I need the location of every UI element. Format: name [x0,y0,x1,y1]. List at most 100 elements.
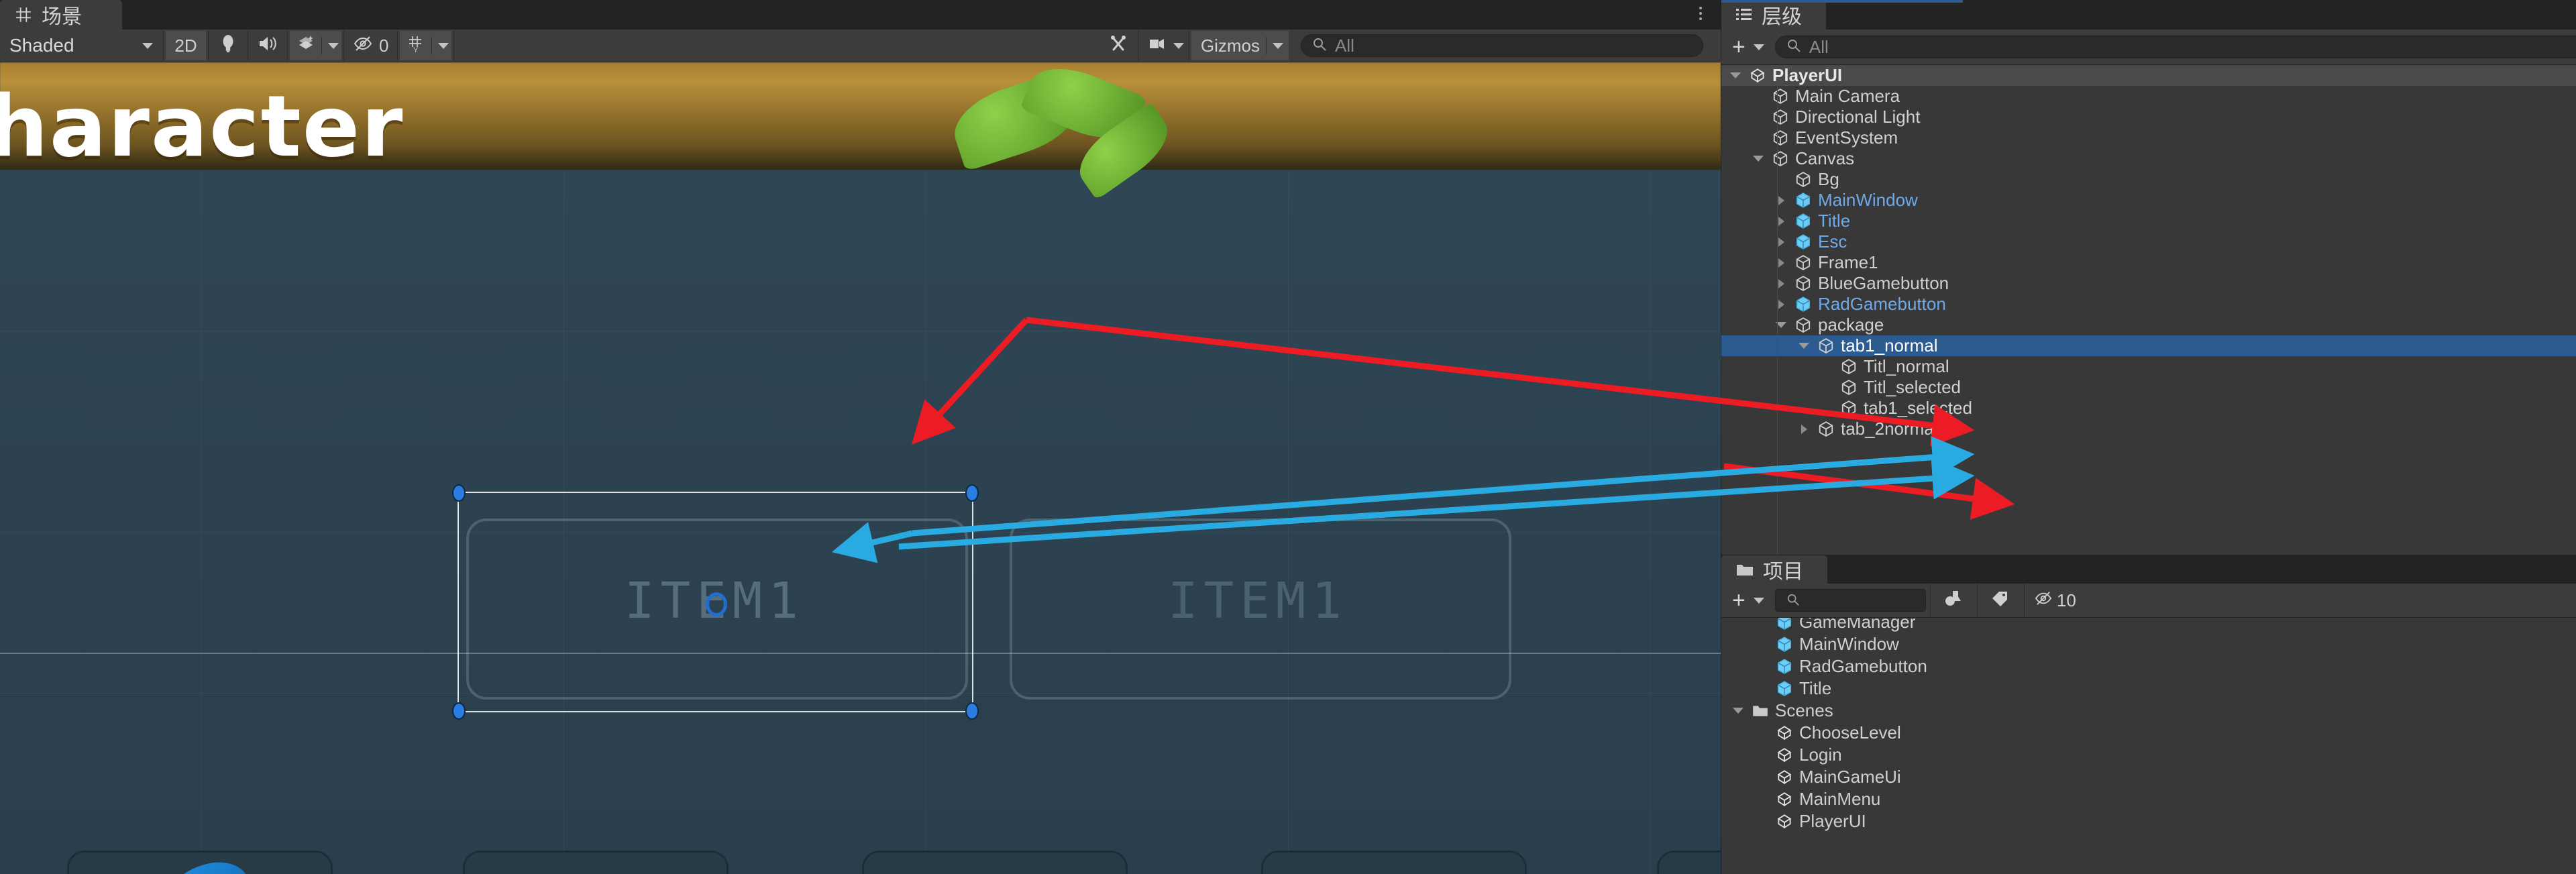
chevron-down-icon[interactable] [1273,42,1283,49]
scene-search-input[interactable]: All [1301,34,1703,57]
project-search-input[interactable] [1774,589,1926,612]
hierarchy-item-tab1-normal[interactable]: tab1_normal [1721,335,2576,356]
fx-icon [297,34,315,58]
foldout-collapsed-icon[interactable] [1774,216,1788,226]
project-label-filter-button[interactable] [1976,584,2024,617]
scene-grid-button[interactable]: Y [400,31,452,60]
project-item-label: RadGamebutton [1799,656,1927,676]
hierarchy-item-label: EventSystem [1795,127,1898,148]
scene-fx-button[interactable] [290,31,341,60]
hierarchy-item-title[interactable]: Title› [1721,211,2576,231]
project-item-title[interactable]: Title [1721,677,2576,700]
hierarchy-item-esc[interactable]: Esc› [1721,231,2576,252]
hierarchy-item-tab-2normal[interactable]: tab_2normal [1721,419,2576,439]
tab-hierarchy[interactable]: 层级 [1721,0,1826,30]
foldout-collapsed-icon[interactable] [1774,278,1788,288]
foldout-collapsed-icon[interactable] [1796,424,1811,434]
tab-project[interactable]: 项目 [1721,555,1827,584]
project-item-chooselevel[interactable]: ChooseLevel [1721,722,2576,744]
scene-menu-icon[interactable] [1698,5,1703,23]
hierarchy-item-directional-light[interactable]: Directional Light [1721,107,2576,127]
cube-icon [1773,88,1788,104]
project-hidden-count-button[interactable]: 10 [2023,584,2086,617]
hierarchy-tree[interactable]: PlayerUI Main Camera Directional Light Even… [1721,65,2576,555]
draw-mode-dropdown[interactable]: Shaded [0,31,161,60]
hierarchy-item-mainwindow[interactable]: MainWindow› [1721,190,2576,211]
chevron-down-icon[interactable] [438,42,449,49]
scene-lighting-button[interactable] [211,31,246,60]
foldout-collapsed-icon[interactable] [1774,258,1788,268]
character-slot-4[interactable] [1261,851,1527,874]
scene-audio-button[interactable] [250,31,285,60]
foldout-collapsed-icon[interactable] [1774,299,1788,309]
selection-handle-bl[interactable] [452,702,466,720]
toggle-2d-button[interactable]: 2D [166,31,206,60]
hierarchy-item-bluegamebutton[interactable]: BlueGamebutton [1721,273,2576,294]
foldout-expanded-icon[interactable] [1731,708,1746,714]
hidden-objects-button[interactable]: 0 [346,31,396,60]
tab-scene[interactable]: 场景 [0,0,122,30]
scene-search-placeholder: All [1335,35,1354,56]
project-item-scenes[interactable]: Scenes [1721,700,2576,722]
hierarchy-item-canvas[interactable]: Canvas [1721,148,2576,169]
project-item-playerui[interactable]: PlayerUI [1721,810,2576,832]
project-toolbar: + 10 [1721,584,2576,618]
project-item-login[interactable]: Login [1721,744,2576,766]
gizmos-button[interactable]: Gizmos [1191,31,1289,60]
cube-icon [1773,150,1788,166]
hierarchy-item-bg[interactable]: Bg [1721,169,2576,190]
foldout-expanded-icon[interactable] [1774,322,1788,328]
hierarchy-item-frame1[interactable]: Frame1 [1721,252,2576,273]
selection-handle-tl[interactable] [452,484,466,502]
hierarchy-item-radgamebutton[interactable]: RadGamebutton› [1721,294,2576,315]
selection-pivot-handle[interactable] [706,592,727,616]
scene-grid-line [1288,62,1289,874]
hierarchy-item-titl-selected[interactable]: Titl_selected [1721,377,2576,398]
cube-icon [1796,254,1811,270]
project-item-mainwindow[interactable]: MainWindow [1721,633,2576,655]
hierarchy-item-eventsystem[interactable]: EventSystem [1721,127,2576,148]
hierarchy-search-input[interactable]: All [1774,36,2576,58]
foldout-expanded-icon[interactable] [1751,156,1766,162]
character-slot-3[interactable] [862,851,1128,874]
project-item-radgamebutton[interactable]: RadGamebutton [1721,655,2576,677]
unity-scene-icon [1777,769,1792,784]
character-slot-5[interactable] [1657,851,1721,874]
hierarchy-item-titl-normal[interactable]: Titl_normal [1721,356,2576,377]
scene-tools-button[interactable] [1100,31,1136,60]
foldout-expanded-icon[interactable] [1796,343,1811,349]
project-tree[interactable]: GameManager MainWindow RadGamebutton Title S… [1721,618,2576,874]
hierarchy-item-package[interactable]: package [1721,315,2576,335]
prefab-icon [1796,213,1810,229]
hierarchy-item-main-camera[interactable]: Main Camera [1721,86,2576,107]
scene-camera-button[interactable] [1140,31,1187,60]
hierarchy-item-label: PlayerUI [1772,65,1843,85]
hierarchy-add-button[interactable]: + [1721,34,1772,60]
project-item-gamemanager[interactable]: GameManager [1721,618,2576,633]
scene-banner-text: haracter [0,77,405,176]
hierarchy-item-label: RadGamebutton [1818,294,1946,314]
foldout-collapsed-icon[interactable] [1774,237,1788,247]
cube-icon [1796,171,1811,187]
hierarchy-item-tab1-selected[interactable]: tab1_selected [1721,398,2576,419]
project-item-mainmenu[interactable]: MainMenu [1721,788,2576,810]
hierarchy-item-playerui[interactable]: PlayerUI [1721,65,2576,86]
foldout-collapsed-icon[interactable] [1774,195,1788,205]
cube-icon [1796,317,1811,333]
selection-handle-tr[interactable] [965,484,979,502]
chevron-down-icon[interactable] [1173,42,1184,49]
project-type-filter-button[interactable] [1929,584,1977,617]
character-slot-2[interactable] [463,851,729,874]
foldout-expanded-icon[interactable] [1728,72,1743,78]
selection-handle-br[interactable] [965,702,979,720]
character-slot-1[interactable] [67,851,333,874]
scene-viewport[interactable]: haracter ITEM1 ITEM1 [0,62,1721,874]
hierarchy-item-label: Directional Light [1795,107,1921,127]
hierarchy-item-label: Frame1 [1818,252,1878,272]
project-add-button[interactable]: + [1721,588,1772,614]
speaker-icon [258,35,278,57]
project-item-maingameui[interactable]: MainGameUi [1721,766,2576,788]
hierarchy-toolbar: + All [1721,30,2576,65]
project-item-label: MainMenu [1799,789,1881,809]
chevron-down-icon[interactable] [328,42,339,49]
